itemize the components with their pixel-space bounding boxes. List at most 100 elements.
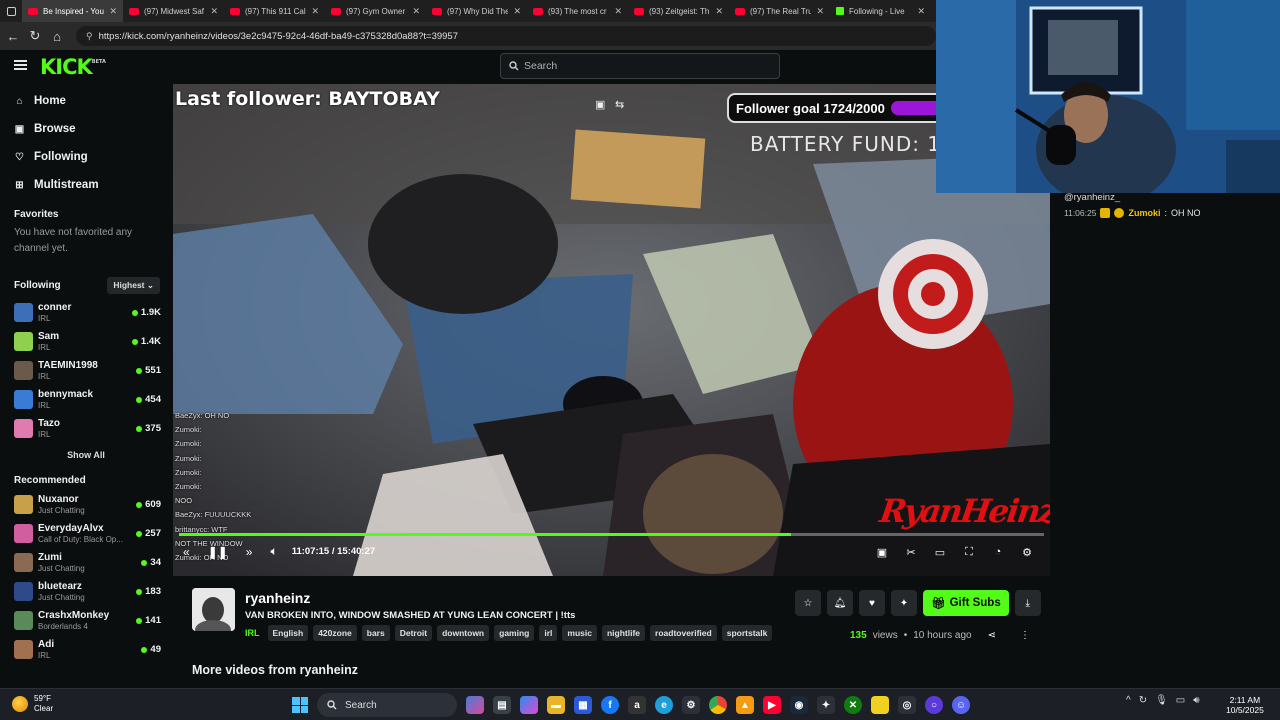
tag-chip[interactable]: Detroit (394, 625, 433, 641)
chrome-icon[interactable] (709, 696, 727, 714)
tool-app-icon[interactable]: ✦ (817, 696, 835, 714)
vlc-icon[interactable]: ▲ (736, 696, 754, 714)
tag-chip[interactable]: English (267, 625, 309, 641)
tag-chip[interactable]: sportstalk (721, 625, 773, 641)
sidebar-nav-browse[interactable]: ▣ Browse (0, 115, 172, 143)
seek-bar[interactable] (179, 533, 1044, 536)
site-info-icon[interactable]: ⚲ (86, 31, 93, 42)
download-icon[interactable]: ⤓ (1014, 590, 1041, 616)
reload-icon[interactable]: ↻ (28, 28, 42, 43)
obs-icon[interactable]: ◎ (898, 696, 916, 714)
tab-close-icon[interactable]: ✕ (210, 6, 218, 17)
discord-icon[interactable]: ☺ (952, 696, 970, 714)
tag-chip[interactable]: irl (539, 625, 558, 641)
settings-app-icon[interactable]: ⚙ (682, 696, 700, 714)
tab-close-icon[interactable]: ✕ (917, 6, 925, 17)
tab-close-icon[interactable]: ✕ (513, 6, 521, 17)
tab-actions-menu[interactable] (0, 0, 22, 22)
forward-icon[interactable]: » (246, 545, 253, 559)
tag-chip[interactable]: roadtoverified (650, 625, 717, 641)
sidebar-nav-following[interactable]: ♡ Following (0, 143, 172, 171)
address-bar[interactable]: ⚲ https://kick.com/ryanheinz/videos/3e2c… (76, 26, 936, 46)
tag-chip[interactable]: bars (361, 625, 390, 641)
taskbar-clock[interactable]: 2:11 AM 10/5/2025 (1226, 695, 1264, 715)
show-hidden-icons-icon[interactable]: ^ (1126, 695, 1131, 706)
gift-subs-button[interactable]: 🎁︎ Gift Subs (923, 590, 1009, 616)
playback-speed-icon[interactable]: ◔ (991, 545, 1005, 559)
browser-tab[interactable]: (93) The most cr ✕ (527, 0, 628, 22)
copilot-icon[interactable] (520, 696, 538, 714)
browser-tab[interactable]: (97) Midwest Saf ✕ (123, 0, 224, 22)
pause-icon[interactable]: ❚❚ (208, 545, 228, 559)
settings-gear-icon[interactable]: ⚙ (1020, 545, 1034, 559)
sync-icon[interactable]: ↻ (1139, 695, 1147, 706)
search-input[interactable]: Search (500, 53, 780, 79)
channel-row[interactable]: Nuxanor Just Chatting 609 (0, 490, 172, 519)
browser-tab[interactable]: (93) Zeitgeist: Th ✕ (628, 0, 729, 22)
edge-icon[interactable]: e (655, 696, 673, 714)
sidebar-nav-home[interactable]: ⌂ Home (0, 87, 172, 115)
share-icon[interactable]: ⋖ (988, 630, 996, 641)
sticky-notes-icon[interactable] (871, 696, 889, 714)
channel-name[interactable]: ryanheinz (245, 590, 310, 606)
chat-username[interactable]: Zumoki (1128, 208, 1160, 218)
channel-row[interactable]: EverydayAlvx Call of Duty: Black Op... 257 (0, 519, 172, 548)
kick-logo[interactable]: KICKBETA (40, 55, 106, 79)
display-icon[interactable]: ▭ (1176, 695, 1185, 706)
browser-tab[interactable]: (97) This 911 Cal ✕ (224, 0, 325, 22)
sort-dropdown[interactable]: Highest ⌄ (107, 276, 160, 294)
channel-row[interactable]: bennymack IRL 454 (0, 385, 172, 414)
channel-row[interactable]: conner IRL 1.9K (0, 298, 172, 327)
tag-chip[interactable]: nightlife (601, 625, 646, 641)
taskbar-search[interactable]: Search (317, 693, 457, 717)
fullscreen-icon[interactable]: ⛶ (962, 545, 976, 559)
volume-tray-icon[interactable]: 🔊︎ (1193, 695, 1199, 706)
rewind-icon[interactable]: « (183, 545, 190, 559)
volume-icon[interactable]: 🔈︎ (270, 544, 277, 559)
video-player[interactable]: Last follower: BAYTOBAY ▣ ⇆ Follower goa… (173, 84, 1050, 576)
sparkle-icon[interactable]: ✦ (891, 590, 917, 616)
tab-close-icon[interactable]: ✕ (311, 6, 319, 17)
facebook-icon[interactable]: f (601, 696, 619, 714)
translate-icon[interactable]: ⇆ (615, 98, 624, 111)
tab-close-icon[interactable]: ✕ (816, 6, 824, 17)
home-nav-icon[interactable]: ⌂ (50, 29, 64, 44)
tag-chip[interactable]: music (562, 625, 597, 641)
channel-row[interactable]: TAEMIN1998 IRL 551 (0, 356, 172, 385)
tag-chip[interactable]: downtown (437, 625, 490, 641)
channel-row[interactable]: Zumi Just Chatting 34 (0, 548, 172, 577)
tab-close-icon[interactable]: ✕ (715, 6, 723, 17)
browser-tab[interactable]: Be Inspired - You ✕ (22, 0, 123, 22)
xbox-icon[interactable]: ✕ (844, 696, 862, 714)
channel-row[interactable]: Sam IRL 1.4K (0, 327, 172, 356)
category-link[interactable]: IRL (245, 628, 260, 638)
weather-widget[interactable]: 59°F Clear (12, 694, 53, 714)
store-icon[interactable]: ▦ (574, 696, 592, 714)
channel-row[interactable]: Adi IRL 49 (0, 635, 172, 664)
amazon-icon[interactable]: a (628, 696, 646, 714)
channel-row[interactable]: Tazo IRL 375 (0, 414, 172, 443)
more-options-icon[interactable]: ⋮ (1020, 630, 1030, 641)
browser-tab[interactable]: (97) Gym Owner ✕ (325, 0, 426, 22)
tab-close-icon[interactable]: ✕ (614, 6, 622, 17)
task-view-icon[interactable]: ▤ (493, 696, 511, 714)
start-windows-icon[interactable] (292, 697, 308, 713)
follow-heart-icon[interactable]: ♥ (859, 590, 885, 616)
steam-icon[interactable]: ◉ (790, 696, 808, 714)
browser-tab[interactable]: (97) The Real Tru ✕ (729, 0, 830, 22)
back-icon[interactable]: ← (6, 29, 20, 44)
channel-avatar[interactable] (192, 588, 235, 631)
theater-mode-icon[interactable]: ▭ (933, 545, 947, 559)
favorite-star-icon[interactable]: ☆ (795, 590, 821, 616)
tag-chip[interactable]: 420zone (313, 625, 357, 641)
mic-icon[interactable]: 🎙︎ (1155, 695, 1168, 706)
browser-tab[interactable]: Following - Live ✕ (830, 0, 931, 22)
youtube-icon[interactable]: ▶ (763, 696, 781, 714)
tab-close-icon[interactable]: ✕ (109, 6, 117, 17)
tab-close-icon[interactable]: ✕ (412, 6, 420, 17)
channel-row[interactable]: CrashxMonkey Borderlands 4 141 (0, 606, 172, 635)
browser-tab[interactable]: (97) Why Did The ✕ (426, 0, 527, 22)
notification-bell-icon[interactable]: 🔔︎ (827, 590, 853, 616)
channel-row[interactable]: bluetearz Just Chatting 183 (0, 577, 172, 606)
clip-icon[interactable]: ✂ (904, 545, 918, 559)
